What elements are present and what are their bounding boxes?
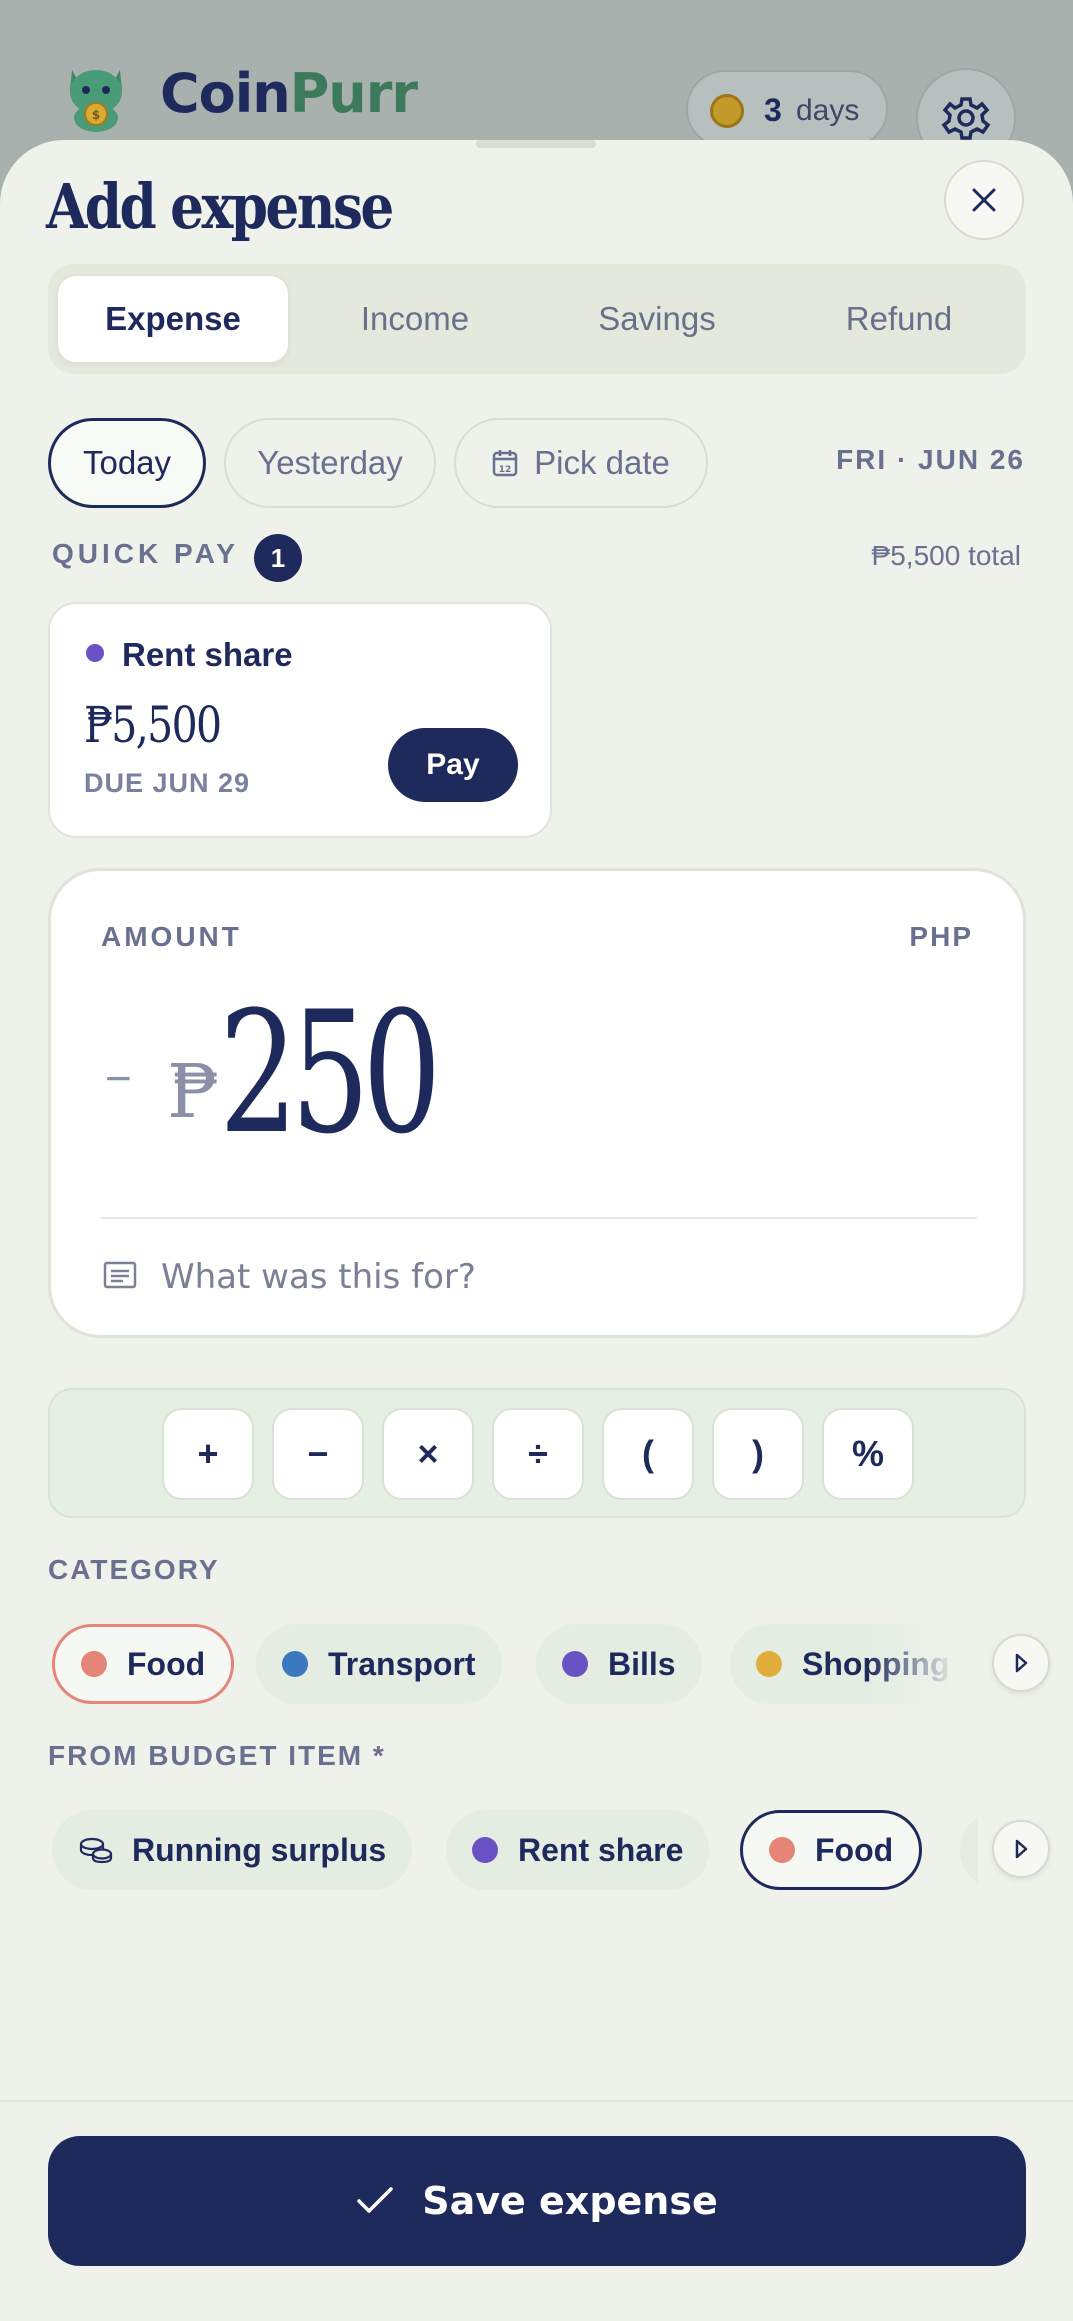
budget-chip-running-surplus[interactable]: Running surplus xyxy=(52,1810,413,1890)
category-chip-transport[interactable]: Transport xyxy=(256,1624,502,1704)
amount-value[interactable]: 250 xyxy=(219,989,441,1157)
budget-chip-rent-share[interactable]: Rent share xyxy=(446,1810,710,1890)
save-expense-button[interactable]: Save expense xyxy=(48,2136,1026,2266)
receipt-icon xyxy=(103,1261,137,1289)
rent-share-color-dot xyxy=(472,1837,498,1863)
budget-item-chip-row: Running surplus Rent share Food xyxy=(48,1800,978,1900)
currency-code[interactable]: PHP xyxy=(909,921,973,953)
budget-scroll-button[interactable] xyxy=(992,1820,1050,1878)
tab-income[interactable]: Income xyxy=(298,274,532,364)
amount-card: AMOUNT PHP − ₱ 250 xyxy=(48,868,1026,1338)
transport-color-dot xyxy=(282,1651,308,1677)
chevron-right-icon xyxy=(1015,1839,1028,1859)
close-icon xyxy=(972,188,996,212)
brand-logo: CoinPurr xyxy=(160,62,418,125)
amount-sign: − xyxy=(105,1052,132,1104)
streak-label: days xyxy=(796,94,860,127)
add-expense-sheet: Add expense Expense Income Savings Refun… xyxy=(0,140,1073,2321)
category-chip-label: Bills xyxy=(608,1645,676,1682)
date-today-chip[interactable]: Today xyxy=(48,418,206,508)
close-button[interactable] xyxy=(944,160,1024,240)
amount-label: AMOUNT xyxy=(101,921,242,952)
bills-color-dot xyxy=(562,1651,588,1677)
note-input[interactable] xyxy=(161,1247,961,1307)
quick-pay-due-date: DUE JUN 29 xyxy=(84,768,251,798)
open-paren-key[interactable]: ( xyxy=(602,1408,694,1500)
date-today-label: Today xyxy=(82,444,172,481)
quick-pay-total: ₱5,500 total xyxy=(871,540,1021,571)
brand-name-second: Purr xyxy=(289,62,418,125)
minus-key[interactable]: − xyxy=(272,1408,364,1500)
food-color-dot xyxy=(81,1651,107,1677)
coin-icon xyxy=(710,94,744,128)
selected-date-display: FRI · JUN 26 xyxy=(836,444,1025,475)
svg-text:$: $ xyxy=(92,108,100,122)
budget-chip-label: Food xyxy=(815,1831,894,1868)
pay-button[interactable]: Pay xyxy=(388,728,518,802)
quick-pay-amount: ₱5,500 xyxy=(84,696,222,754)
category-chip-label: Food xyxy=(127,1645,206,1682)
quick-pay-name: Rent share xyxy=(122,636,293,673)
category-dot xyxy=(86,644,104,662)
chevron-right-icon xyxy=(1015,1653,1028,1673)
check-icon xyxy=(357,2187,393,2213)
save-button-label: Save expense xyxy=(422,2179,718,2223)
sheet-grabber[interactable] xyxy=(476,140,596,148)
budget-chip-label: Rent share xyxy=(518,1831,684,1868)
transaction-type-tabs: Expense Income Savings Refund xyxy=(48,264,1026,374)
calendar-icon: 12 xyxy=(492,450,518,477)
app-header: $ CoinPurr 3 days xyxy=(0,0,1073,168)
svg-text:12: 12 xyxy=(499,465,512,475)
coins-stack-icon xyxy=(79,1837,113,1864)
food-color-dot xyxy=(769,1837,795,1863)
pick-date-chip[interactable]: 12 Pick date xyxy=(454,418,708,508)
calculator-operator-row: + − × ÷ ( ) % xyxy=(48,1388,1026,1518)
category-chip-bills[interactable]: Bills xyxy=(536,1624,702,1704)
date-yesterday-chip[interactable]: Yesterday xyxy=(224,418,436,508)
budget-chip-label: Running surplus xyxy=(132,1831,387,1868)
streak-count: 3 xyxy=(764,92,782,128)
quick-pay-card[interactable]: Rent share ₱5,500 DUE JUN 29 Pay xyxy=(48,602,552,838)
date-yesterday-label: Yesterday xyxy=(257,444,403,481)
category-chip-row: Food Transport Bills Shopping xyxy=(48,1614,978,1714)
budget-chip-partial[interactable] xyxy=(960,1810,978,1890)
page-title: Add expense xyxy=(46,170,394,243)
percent-key[interactable]: % xyxy=(822,1408,914,1500)
category-chip-food[interactable]: Food xyxy=(52,1624,235,1704)
brand-name-first: Coin xyxy=(160,62,291,125)
quick-pay-count-badge: 1 xyxy=(254,534,302,582)
divide-key[interactable]: ÷ xyxy=(492,1408,584,1500)
pick-date-label: Pick date xyxy=(534,444,670,481)
close-paren-key[interactable]: ) xyxy=(712,1408,804,1500)
category-scroll-button[interactable] xyxy=(992,1634,1050,1692)
category-label: CATEGORY xyxy=(48,1554,220,1585)
tab-refund[interactable]: Refund xyxy=(782,274,1016,364)
cat-coin-mascot-icon: $ xyxy=(62,58,132,132)
tab-savings[interactable]: Savings xyxy=(540,274,774,364)
budget-chip-food[interactable]: Food xyxy=(740,1810,923,1890)
budget-item-label: FROM BUDGET ITEM * xyxy=(48,1740,386,1771)
streak-pill[interactable]: 3 days xyxy=(686,70,888,148)
category-chip-label: Transport xyxy=(328,1645,476,1682)
multiply-key[interactable]: × xyxy=(382,1408,474,1500)
quick-pay-label: QUICK PAY xyxy=(52,538,239,569)
tab-expense[interactable]: Expense xyxy=(56,274,290,364)
plus-key[interactable]: + xyxy=(162,1408,254,1500)
shopping-color-dot xyxy=(756,1651,782,1677)
scroll-fade xyxy=(868,1614,978,1714)
currency-symbol: ₱ xyxy=(167,1049,220,1135)
divider xyxy=(101,1217,977,1219)
